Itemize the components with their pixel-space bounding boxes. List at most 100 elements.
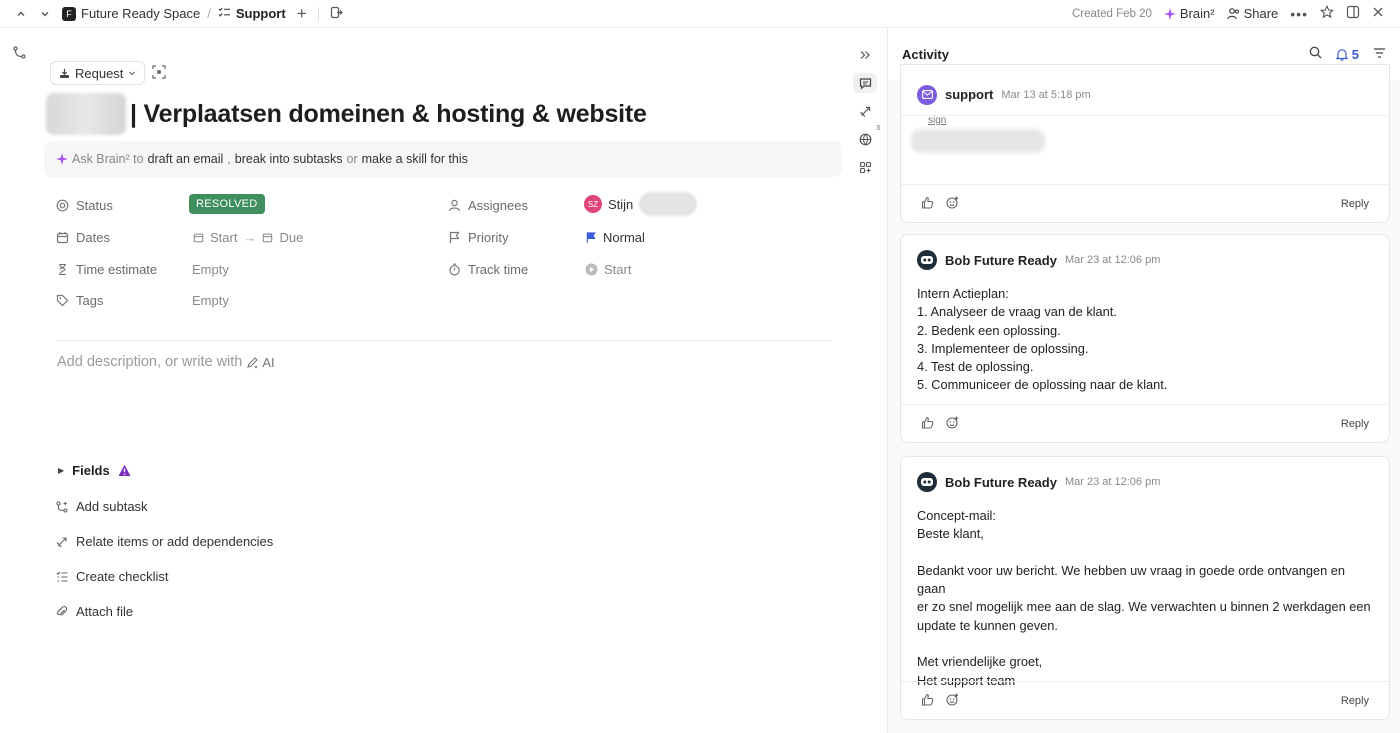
top-bar: F Future Ready Space / Support + Created… bbox=[0, 0, 1400, 28]
comment-footer: Reply bbox=[901, 184, 1389, 222]
status-label: Status bbox=[76, 198, 113, 213]
collapse-panel-icon[interactable] bbox=[853, 45, 877, 65]
add-reaction-icon[interactable] bbox=[946, 693, 959, 709]
relate-items-label: Relate items or add dependencies bbox=[76, 534, 274, 549]
comment-line: 3. Implementeer de oplossing. bbox=[917, 340, 1089, 356]
close-icon[interactable] bbox=[1372, 6, 1384, 21]
description-field[interactable]: Add description, or write with AI bbox=[57, 354, 275, 370]
reply-button[interactable]: Reply bbox=[1341, 198, 1369, 210]
bell-icon bbox=[1335, 48, 1348, 61]
notification-count: 5 bbox=[1351, 46, 1359, 62]
comment-author: Bob Future Ready bbox=[945, 474, 1057, 490]
relate-icon bbox=[56, 536, 68, 548]
task-main: Request | Verplaatsen domeinen & hosting… bbox=[44, 28, 844, 733]
comment-line: 4. Test de oplossing. bbox=[917, 359, 1034, 375]
move-icon[interactable] bbox=[330, 6, 343, 22]
comment-body: Intern Actieplan: 1. Analyseer de vraag … bbox=[901, 285, 1389, 395]
comment-line: Bedankt voor uw bericht. We hebben uw vr… bbox=[917, 562, 1346, 597]
subtask-icon bbox=[56, 500, 68, 513]
sign-link[interactable]: sign bbox=[928, 115, 946, 126]
comment-line: 1. Analyseer de vraag van de klant. bbox=[917, 304, 1117, 320]
share-icon bbox=[1226, 8, 1239, 20]
chevron-up-icon[interactable] bbox=[10, 3, 32, 25]
redacted-title-prefix bbox=[46, 93, 126, 135]
time-estimate-value[interactable]: Empty bbox=[192, 262, 229, 277]
apps-icon[interactable] bbox=[853, 157, 877, 177]
breadcrumb: F Future Ready Space / Support + bbox=[62, 5, 343, 22]
scan-icon[interactable] bbox=[152, 65, 166, 82]
relationships-icon[interactable] bbox=[853, 101, 877, 121]
notifications-button[interactable]: 5 bbox=[1335, 46, 1359, 62]
search-icon[interactable] bbox=[1309, 46, 1322, 62]
star-icon[interactable] bbox=[1319, 4, 1335, 22]
filter-icon[interactable] bbox=[1373, 47, 1386, 62]
task-title[interactable]: | Verplaatsen domeinen & hosting & websi… bbox=[130, 100, 647, 129]
start-date[interactable]: Start bbox=[210, 230, 237, 245]
play-icon bbox=[585, 263, 598, 276]
chevron-down-icon[interactable] bbox=[34, 3, 56, 25]
comment-author: Bob Future Ready bbox=[945, 252, 1057, 268]
task-type-button[interactable]: Request bbox=[50, 61, 146, 85]
comments-icon[interactable] bbox=[853, 73, 877, 93]
calendar-icon bbox=[193, 233, 204, 243]
assignees-value[interactable]: SZ Stijn bbox=[584, 192, 698, 216]
globe-count: 3 bbox=[876, 125, 880, 132]
comment-line: Concept-mail: bbox=[917, 508, 996, 523]
comment-footer: Reply bbox=[901, 404, 1389, 442]
comment-body: Concept-mail: Beste klant, Bedankt voor … bbox=[901, 507, 1389, 690]
comment-line: 5. Communiceer de oplossing naar de klan… bbox=[917, 377, 1168, 393]
warning-icon bbox=[118, 464, 131, 476]
thumbs-up-icon[interactable] bbox=[921, 416, 934, 432]
thumbs-up-icon[interactable] bbox=[921, 693, 934, 709]
layout-icon[interactable] bbox=[1346, 5, 1360, 22]
redacted-signature bbox=[911, 129, 1045, 153]
ask-brain-prefix: Ask Brain² to bbox=[72, 152, 144, 166]
create-checklist-button[interactable]: Create checklist bbox=[56, 569, 168, 584]
timer-icon bbox=[448, 263, 461, 276]
mail-avatar-icon bbox=[917, 84, 937, 105]
make-skill-link[interactable]: make a skill for this bbox=[362, 152, 468, 166]
assignee-name: Stijn bbox=[608, 196, 634, 212]
priority-value[interactable]: Normal bbox=[585, 230, 645, 245]
comment-footer: Reply bbox=[901, 681, 1389, 719]
brain-button[interactable]: Brain² bbox=[1163, 6, 1215, 21]
track-time-label: Track time bbox=[468, 262, 529, 277]
ai-label: AI bbox=[262, 354, 275, 370]
calendar-icon bbox=[56, 231, 69, 244]
comment-header: Bob Future Ready Mar 23 at 12:06 pm bbox=[901, 235, 1389, 285]
comment-blank-line bbox=[917, 544, 1373, 562]
fields-section-toggle[interactable]: ▶ Fields bbox=[58, 463, 131, 478]
globe-icon[interactable]: 3 bbox=[853, 125, 880, 149]
phone-icon[interactable] bbox=[13, 46, 26, 62]
reply-button[interactable]: Reply bbox=[1341, 418, 1369, 430]
add-reaction-icon[interactable] bbox=[946, 196, 959, 212]
tags-value[interactable]: Empty bbox=[192, 293, 229, 308]
robot-avatar-icon bbox=[917, 250, 937, 270]
more-icon[interactable]: ••• bbox=[1290, 6, 1308, 22]
comment-blank-line bbox=[917, 635, 1373, 653]
relate-items-button[interactable]: Relate items or add dependencies bbox=[56, 534, 273, 549]
add-subtask-button[interactable]: Add subtask bbox=[56, 499, 148, 514]
break-subtasks-link[interactable]: break into subtasks bbox=[235, 152, 343, 166]
add-reaction-icon[interactable] bbox=[946, 416, 959, 432]
time-estimate-property: Time estimate bbox=[56, 262, 157, 277]
breadcrumb-space[interactable]: Future Ready Space bbox=[81, 6, 200, 21]
attach-file-button[interactable]: Attach file bbox=[56, 604, 133, 619]
track-time-value[interactable]: Start bbox=[585, 262, 631, 277]
status-badge[interactable]: RESOLVED bbox=[189, 194, 265, 214]
reply-button[interactable]: Reply bbox=[1341, 695, 1369, 707]
tags-label: Tags bbox=[76, 293, 104, 308]
write-with-ai-button[interactable]: AI bbox=[246, 354, 275, 370]
create-checklist-label: Create checklist bbox=[76, 569, 169, 584]
draft-email-link[interactable]: draft an email bbox=[148, 152, 224, 166]
dates-value[interactable]: Start → Due bbox=[193, 230, 303, 245]
due-date[interactable]: Due bbox=[279, 230, 303, 245]
add-icon[interactable]: + bbox=[297, 5, 307, 22]
status-value[interactable]: RESOLVED bbox=[189, 194, 265, 214]
thumbs-up-icon[interactable] bbox=[921, 196, 934, 212]
breadcrumb-list[interactable]: Support bbox=[236, 6, 286, 21]
share-button[interactable]: Share bbox=[1226, 6, 1278, 21]
fields-label: Fields bbox=[72, 463, 110, 478]
redacted-assignee bbox=[639, 192, 698, 216]
comment-line: Intern Actieplan: bbox=[917, 286, 1009, 301]
